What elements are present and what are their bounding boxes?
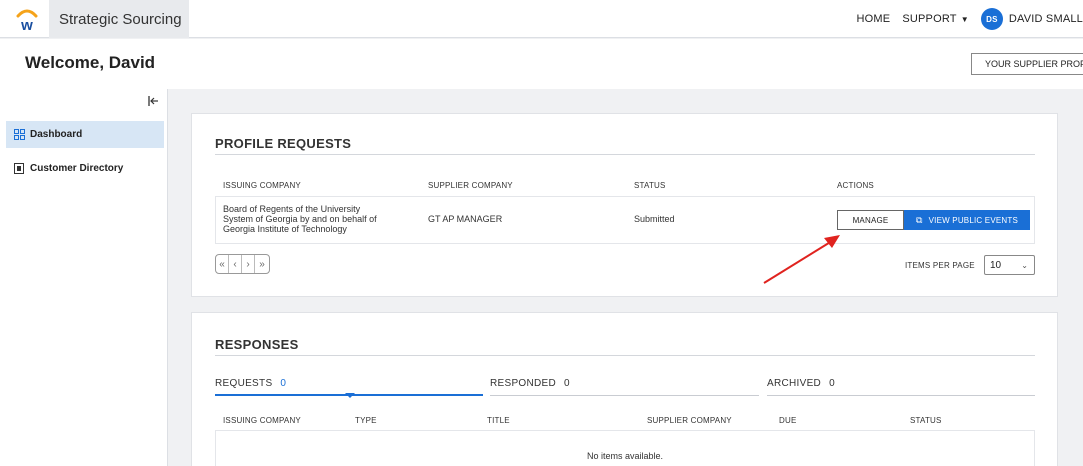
app-title-container: Strategic Sourcing <box>49 0 189 38</box>
column-header[interactable]: DUE <box>779 416 797 425</box>
annotation-arrow-icon <box>763 235 840 284</box>
view-public-events-label: VIEW PUBLIC EVENTS <box>928 215 1019 225</box>
status-cell: Submitted <box>634 214 675 224</box>
tab-label: REQUESTS <box>215 378 273 389</box>
tab-count: 0 <box>280 378 287 389</box>
view-public-events-button[interactable]: ⧉ VIEW PUBLIC EVENTS <box>904 210 1030 230</box>
app-title: Strategic Sourcing <box>59 10 182 28</box>
next-page-button[interactable]: › <box>242 255 255 273</box>
divider <box>215 355 1035 356</box>
divider <box>215 154 1035 155</box>
column-header[interactable]: STATUS <box>910 416 942 425</box>
welcome-bar: Welcome, David YOUR SUPPLIER PROFILE <box>0 39 1083 89</box>
section-title: PROFILE REQUESTS <box>215 136 352 151</box>
tab-requests[interactable]: REQUESTS 0 <box>215 378 286 389</box>
sidebar-item-label: Dashboard <box>30 129 83 140</box>
top-bar: w Strategic Sourcing HOME SUPPORT ▼ DS D… <box>0 0 1083 38</box>
dashboard-icon <box>13 129 25 141</box>
collapse-left-icon[interactable] <box>148 95 158 109</box>
nav-home-link[interactable]: HOME <box>857 13 891 25</box>
page-title: Welcome, David <box>25 53 156 72</box>
items-per-page-label: ITEMS PER PAGE <box>905 261 975 270</box>
column-header[interactable]: TYPE <box>355 416 377 425</box>
tab-archived[interactable]: ARCHIVED 0 <box>767 378 835 389</box>
pagination: « ‹ › » <box>215 254 270 274</box>
tab-pointer <box>345 393 355 398</box>
nav-support-menu[interactable]: SUPPORT ▼ <box>902 13 969 25</box>
supplier-profile-button[interactable]: YOUR SUPPLIER PROFILE <box>971 53 1083 75</box>
responses-card: RESPONSES REQUESTS 0 RESPONDED 0 ARCHIVED 0… <box>191 312 1058 466</box>
external-link-icon: ⧉ <box>915 214 923 225</box>
column-header[interactable]: ISSUING COMPANY <box>223 416 301 425</box>
tab-underline <box>490 395 759 396</box>
column-header[interactable]: STATUS <box>634 181 666 190</box>
tab-underline <box>767 395 1035 396</box>
column-header: ACTIONS <box>837 181 874 190</box>
sidebar: Dashboard Customer Directory <box>0 89 168 466</box>
first-page-button[interactable]: « <box>216 255 229 273</box>
supplier-company-cell: GT AP MANAGER <box>428 214 503 224</box>
section-title: RESPONSES <box>215 337 299 352</box>
items-per-page-value: 10 <box>990 259 1002 271</box>
cell-line: Board of Regents of the University <box>223 204 361 214</box>
profile-requests-card: PROFILE REQUESTS ISSUING COMPANY SUPPLIE… <box>191 113 1058 297</box>
items-per-page-select[interactable]: 10 ⌄ <box>984 255 1035 275</box>
manage-button[interactable]: MANAGE <box>837 210 904 230</box>
sidebar-item-customer-directory[interactable]: Customer Directory <box>6 155 164 182</box>
directory-icon <box>13 163 25 175</box>
issuing-company-cell: Board of Regents of the University Syste… <box>223 204 377 234</box>
tab-label: ARCHIVED <box>767 378 822 389</box>
empty-message: No items available. <box>586 451 664 461</box>
tab-label: RESPONDED <box>490 378 557 389</box>
last-page-button[interactable]: » <box>255 255 269 273</box>
sidebar-item-label: Customer Directory <box>30 163 124 174</box>
logo-letter: w <box>20 17 33 32</box>
avatar[interactable]: DS <box>980 8 1003 30</box>
column-header[interactable]: SUPPLIER COMPANY <box>647 416 732 425</box>
column-header[interactable]: TITLE <box>487 416 510 425</box>
cell-line: System of Georgia by and on behalf of <box>223 214 377 224</box>
top-nav: HOME SUPPORT ▼ DS DAVID SMALL <box>857 0 1083 38</box>
column-header[interactable]: ISSUING COMPANY <box>223 181 301 190</box>
user-name-menu[interactable]: DAVID SMALL <box>1009 13 1083 25</box>
cell-line: Georgia Institute of Technology <box>223 224 347 234</box>
chevron-down-icon: ⌄ <box>1021 260 1028 270</box>
tab-count: 0 <box>564 378 570 389</box>
empty-table-body: No items available. <box>215 430 1035 466</box>
sidebar-item-dashboard[interactable]: Dashboard <box>6 121 164 148</box>
caret-down-icon: ▼ <box>960 14 969 24</box>
column-header[interactable]: SUPPLIER COMPANY <box>428 181 513 190</box>
prev-page-button[interactable]: ‹ <box>229 255 242 273</box>
workday-logo-icon[interactable]: w <box>14 6 40 32</box>
tab-count: 0 <box>829 378 835 389</box>
tab-responded[interactable]: RESPONDED 0 <box>490 378 570 389</box>
nav-support-label: SUPPORT <box>902 13 957 25</box>
